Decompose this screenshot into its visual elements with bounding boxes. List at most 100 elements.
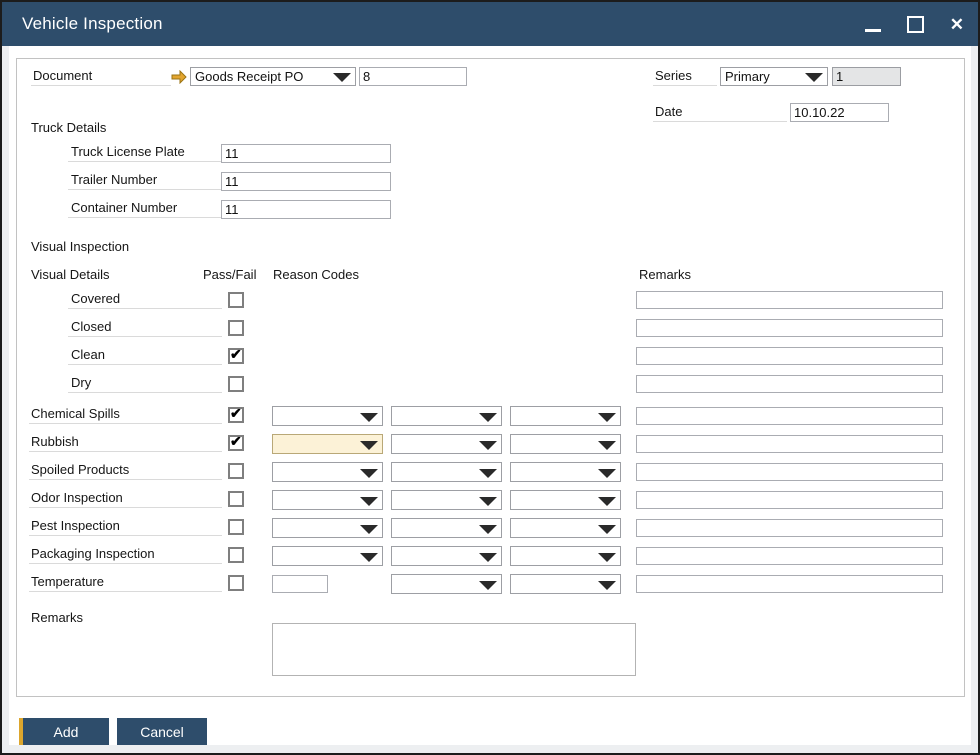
- reason-code-dropdown-pest-inspection-3[interactable]: [510, 518, 621, 538]
- remarks-input-closed[interactable]: [636, 319, 943, 337]
- dropdown-arrow-icon: [360, 413, 378, 422]
- maximize-icon: [906, 15, 924, 33]
- visual-detail-label-packaging-inspection: Packaging Inspection: [29, 545, 222, 564]
- remarks-input-packaging-inspection[interactable]: [636, 547, 943, 565]
- dropdown-arrow-icon: [598, 441, 616, 450]
- series-number-field: 1: [832, 67, 901, 86]
- series-value: Primary: [725, 69, 770, 84]
- date-input[interactable]: 10.10.22: [790, 103, 889, 122]
- dropdown-arrow-icon: [598, 469, 616, 478]
- dropdown-arrow-icon: [360, 469, 378, 478]
- reason-code-dropdown-pest-inspection-1[interactable]: [272, 518, 383, 538]
- passfail-checkbox-rubbish[interactable]: ✔: [228, 433, 244, 451]
- document-type-value: Goods Receipt PO: [195, 69, 304, 84]
- reason-code-dropdown-odor-inspection-3[interactable]: [510, 490, 621, 510]
- remarks-input-clean[interactable]: [636, 347, 943, 365]
- dropdown-arrow-icon: [479, 441, 497, 450]
- passfail-checkbox-spoiled-products[interactable]: [228, 463, 244, 479]
- link-arrow-icon[interactable]: [171, 70, 187, 84]
- dropdown-arrow-icon: [598, 497, 616, 506]
- vehicle-inspection-window: Vehicle Inspection ✕ Document Goods Rece…: [0, 0, 980, 755]
- passfail-checkbox-temperature[interactable]: [228, 575, 244, 591]
- checkmark-icon: ✔: [230, 433, 242, 449]
- content-panel: Document Goods Receipt PO 8 Series Prima…: [16, 58, 965, 697]
- visual-detail-label-spoiled-products: Spoiled Products: [29, 461, 222, 480]
- dropdown-arrow-icon: [333, 73, 351, 82]
- visual-detail-label-covered: Covered: [68, 290, 222, 309]
- dropdown-arrow-icon: [360, 497, 378, 506]
- visual-detail-label-odor-inspection: Odor Inspection: [29, 489, 222, 508]
- document-type-dropdown[interactable]: Goods Receipt PO: [190, 67, 356, 86]
- remarks-column-header: Remarks: [639, 267, 692, 282]
- passfail-checkbox-odor-inspection[interactable]: [228, 491, 244, 507]
- reason-code-dropdown-chemical-spills-2[interactable]: [391, 406, 502, 426]
- reason-code-dropdown-odor-inspection-1[interactable]: [272, 490, 383, 510]
- reason-code-dropdown-packaging-inspection-2[interactable]: [391, 546, 502, 566]
- reason-code-dropdown-spoiled-products-2[interactable]: [391, 462, 502, 482]
- reason-code-dropdown-rubbish-3[interactable]: [510, 434, 621, 454]
- reason-code-dropdown-packaging-inspection-3[interactable]: [510, 546, 621, 566]
- dropdown-arrow-icon: [360, 441, 378, 450]
- checkmark-icon: ✔: [230, 346, 242, 362]
- pass-fail-column-header: Pass/Fail: [203, 267, 257, 282]
- visual-inspection-heading: Visual Inspection: [31, 239, 130, 254]
- reason-code-dropdown-chemical-spills-1[interactable]: [272, 406, 383, 426]
- close-button[interactable]: ✕: [950, 16, 964, 33]
- reason-code-dropdown-packaging-inspection-1[interactable]: [272, 546, 383, 566]
- maximize-button[interactable]: [906, 15, 924, 33]
- remarks-input-pest-inspection[interactable]: [636, 519, 943, 537]
- series-label: Series: [653, 67, 717, 86]
- reason-code-dropdown-temperature-1[interactable]: [391, 574, 502, 594]
- window-title: Vehicle Inspection: [22, 14, 163, 33]
- series-dropdown[interactable]: Primary: [720, 67, 828, 86]
- truck-field-input-truck-license-plate[interactable]: 11: [221, 144, 391, 163]
- remarks-input-dry[interactable]: [636, 375, 943, 393]
- reason-code-dropdown-temperature-2[interactable]: [510, 574, 621, 594]
- passfail-checkbox-dry[interactable]: [228, 376, 244, 392]
- truck-field-input-trailer-number[interactable]: 11: [221, 172, 391, 191]
- passfail-checkbox-pest-inspection[interactable]: [228, 519, 244, 535]
- minimize-button[interactable]: [864, 17, 881, 32]
- truck-details-heading: Truck Details: [31, 120, 107, 135]
- document-number-input[interactable]: 8: [359, 67, 467, 86]
- dropdown-arrow-icon: [479, 553, 497, 562]
- remarks-section-label: Remarks: [31, 610, 84, 625]
- remarks-input-chemical-spills[interactable]: [636, 407, 943, 425]
- visual-detail-label-pest-inspection: Pest Inspection: [29, 517, 222, 536]
- remarks-input-covered[interactable]: [636, 291, 943, 309]
- remarks-input-temperature[interactable]: [636, 575, 943, 593]
- passfail-checkbox-closed[interactable]: [228, 320, 244, 336]
- reason-code-dropdown-spoiled-products-3[interactable]: [510, 462, 621, 482]
- visual-detail-label-temperature: Temperature: [29, 573, 222, 592]
- dropdown-arrow-icon: [805, 73, 823, 82]
- cancel-button[interactable]: Cancel: [117, 718, 207, 745]
- reason-code-dropdown-rubbish-1[interactable]: [272, 434, 383, 454]
- dropdown-arrow-icon: [598, 581, 616, 590]
- temperature-value-input[interactable]: [272, 575, 328, 593]
- passfail-checkbox-packaging-inspection[interactable]: [228, 547, 244, 563]
- status-bar: [2, 745, 978, 753]
- reason-code-dropdown-chemical-spills-3[interactable]: [510, 406, 621, 426]
- truck-field-input-container-number[interactable]: 11: [221, 200, 391, 219]
- visual-detail-label-dry: Dry: [68, 374, 222, 393]
- remarks-input-spoiled-products[interactable]: [636, 463, 943, 481]
- reason-code-dropdown-spoiled-products-1[interactable]: [272, 462, 383, 482]
- reason-code-dropdown-rubbish-2[interactable]: [391, 434, 502, 454]
- dropdown-arrow-icon: [598, 553, 616, 562]
- document-label: Document: [31, 67, 171, 86]
- visual-detail-label-rubbish: Rubbish: [29, 433, 222, 452]
- passfail-checkbox-clean[interactable]: ✔: [228, 346, 244, 364]
- passfail-checkbox-chemical-spills[interactable]: ✔: [228, 405, 244, 423]
- passfail-checkbox-covered[interactable]: [228, 292, 244, 308]
- checkmark-icon: ✔: [230, 405, 242, 421]
- window-controls: ✕: [864, 2, 964, 46]
- remarks-input-odor-inspection[interactable]: [636, 491, 943, 509]
- add-button[interactable]: Add: [19, 718, 109, 745]
- reason-code-dropdown-odor-inspection-2[interactable]: [391, 490, 502, 510]
- dropdown-arrow-icon: [598, 413, 616, 422]
- remarks-input-rubbish[interactable]: [636, 435, 943, 453]
- visual-detail-label-chemical-spills: Chemical Spills: [29, 405, 222, 424]
- reason-codes-column-header: Reason Codes: [273, 267, 359, 282]
- reason-code-dropdown-pest-inspection-2[interactable]: [391, 518, 502, 538]
- remarks-textarea[interactable]: [272, 623, 636, 676]
